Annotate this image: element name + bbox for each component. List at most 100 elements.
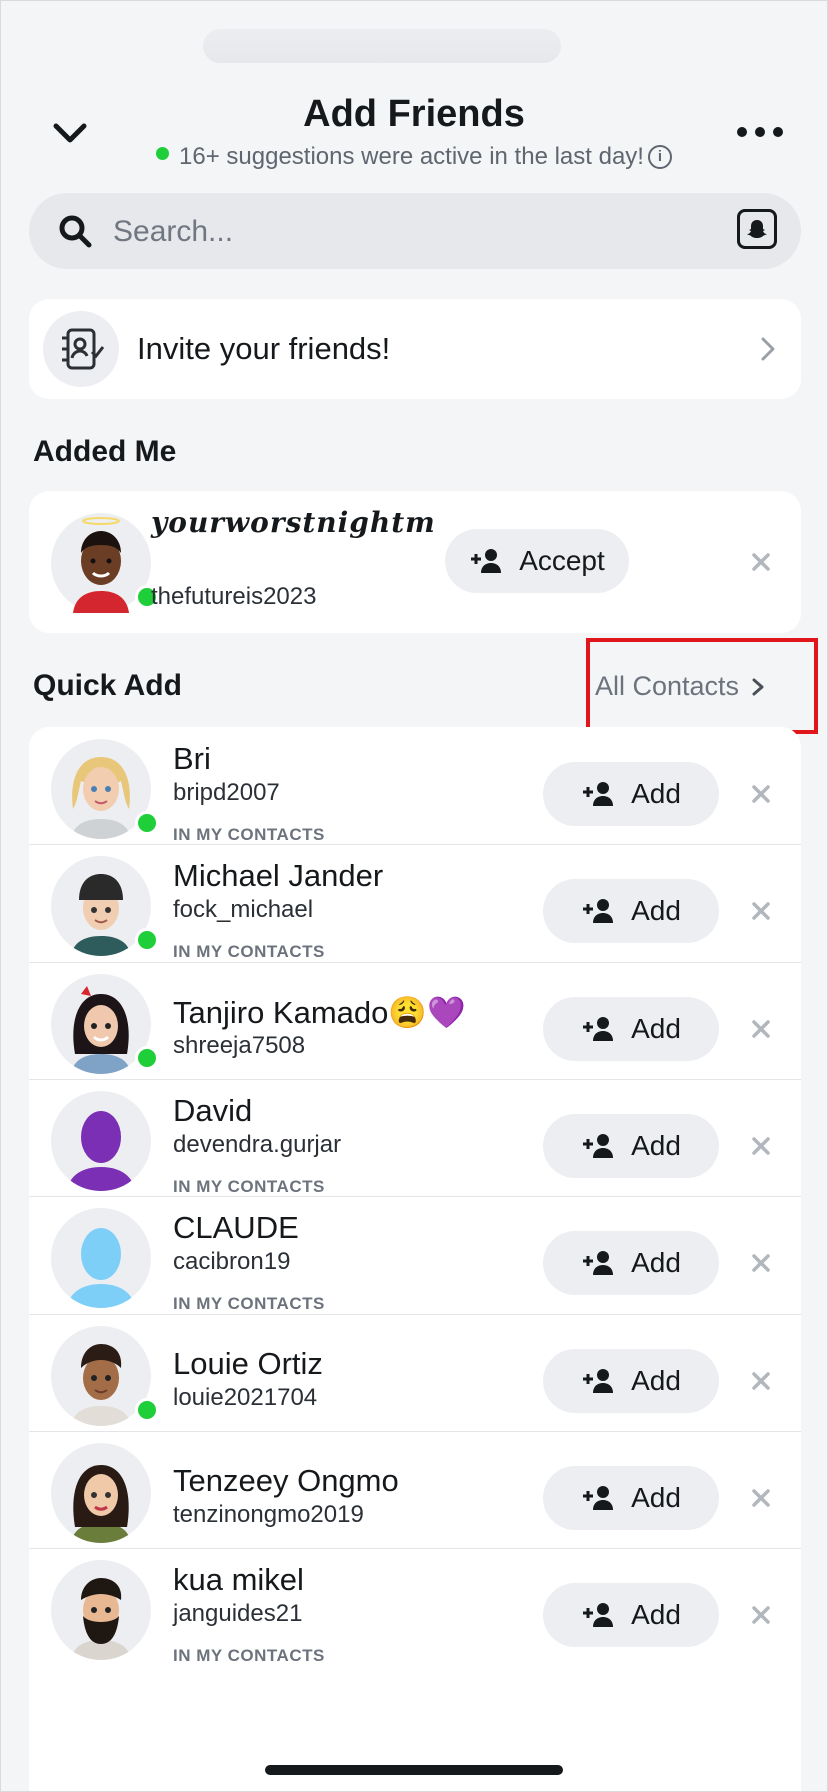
quick-add-row[interactable]: CLAUDE cacibron19 IN MY CONTACTS Add (29, 1196, 801, 1330)
quick-add-row[interactable]: Louie Ortiz louie2021704 Add (29, 1314, 801, 1448)
online-indicator (135, 928, 159, 952)
close-icon (752, 902, 770, 920)
add-label: Add (631, 895, 681, 926)
close-icon (752, 785, 770, 803)
contact-tag: IN MY CONTACTS (173, 1177, 325, 1196)
avatar[interactable] (51, 974, 159, 1074)
add-friend-icon (583, 1134, 614, 1158)
dismiss-button[interactable] (744, 777, 778, 811)
close-icon (752, 1372, 770, 1390)
display-name: Louie Ortiz (173, 1346, 323, 1381)
display-name: CLAUDE (173, 1210, 299, 1245)
dismiss-button[interactable] (744, 1012, 778, 1046)
sheet-grabber[interactable] (203, 29, 561, 63)
username: cacibron19 (173, 1248, 291, 1275)
add-label: Add (631, 1365, 681, 1396)
quick-add-row[interactable]: Tanjiro Kamado😩💜 shreeja7508 Add (29, 962, 801, 1096)
display-name: Bri (173, 741, 211, 776)
username: devendra.gurjar (173, 1131, 342, 1158)
add-friends-screen: Add Friends 16+ suggestions were active … (0, 0, 828, 1792)
avatar[interactable] (51, 739, 159, 839)
username: bripd2007 (173, 779, 280, 806)
online-indicator (135, 1398, 159, 1422)
add-friend-icon (583, 1603, 614, 1627)
dot-icon (773, 127, 783, 137)
online-indicator (135, 1046, 159, 1070)
highlight-annotation-box (586, 638, 818, 734)
avatar[interactable] (51, 1443, 151, 1543)
active-dot-icon (156, 147, 170, 160)
dismiss-button[interactable] (744, 1598, 778, 1632)
avatar[interactable] (51, 1326, 159, 1426)
dismiss-button[interactable] (744, 1481, 778, 1515)
add-button[interactable]: Add (543, 1231, 719, 1295)
add-label: Add (631, 1130, 681, 1161)
quick-add-heading: Quick Add (33, 669, 182, 702)
search-bar (29, 193, 801, 269)
invite-friends-row[interactable]: Invite your friends! (29, 299, 801, 399)
dot-icon (737, 127, 747, 137)
add-button[interactable]: Add (543, 1114, 719, 1178)
add-button[interactable]: Add (543, 762, 719, 826)
contact-tag: IN MY CONTACTS (173, 942, 325, 961)
close-icon (752, 1254, 770, 1272)
add-button[interactable]: Add (543, 997, 719, 1061)
add-friend-icon (471, 549, 502, 573)
username: tenzinongmo2019 (173, 1501, 364, 1528)
quick-add-row[interactable]: kua mikel janguides21 IN MY CONTACTS Add (29, 1548, 801, 1682)
add-label: Add (631, 1013, 681, 1044)
close-icon (752, 553, 770, 571)
snapcode-scan-button[interactable] (737, 209, 777, 249)
dismiss-button[interactable] (744, 1129, 778, 1163)
add-label: Add (631, 778, 681, 809)
add-button[interactable]: Add (543, 1583, 719, 1647)
accept-label: Accept (519, 545, 605, 576)
activity-text: 16+ suggestions were active in the last … (179, 143, 644, 170)
dismiss-button[interactable] (744, 545, 778, 579)
close-icon (752, 1137, 770, 1155)
dismiss-button[interactable] (744, 1246, 778, 1280)
close-icon (752, 1489, 770, 1507)
page-title: Add Friends (303, 93, 525, 135)
dismiss-button[interactable] (744, 1364, 778, 1398)
quick-add-row[interactable]: David devendra.gurjar IN MY CONTACTS Add (29, 1079, 801, 1213)
add-friend-icon (583, 1486, 614, 1510)
add-friend-icon (583, 782, 614, 806)
activity-subtitle: 16+ suggestions were active in the last … (1, 143, 827, 171)
display-name: Tanjiro Kamado😩💜 (173, 995, 466, 1030)
avatar[interactable] (51, 513, 159, 613)
add-button[interactable]: Add (543, 1466, 719, 1530)
quick-add-row[interactable]: Michael Jander fock_michael IN MY CONTACTS… (29, 844, 801, 978)
avatar[interactable] (51, 1208, 151, 1308)
display-name: Tenzeey Ongmo (173, 1463, 399, 1498)
more-options-button[interactable] (737, 121, 783, 143)
username: shreeja7508 (173, 1032, 306, 1059)
info-icon[interactable]: i (647, 145, 672, 169)
avatar[interactable] (51, 856, 159, 956)
add-button[interactable]: Add (543, 879, 719, 943)
search-input[interactable] (111, 207, 695, 257)
quick-add-row[interactable]: Bri bripd2007 IN MY CONTACTS Add (29, 727, 801, 861)
close-icon (752, 1020, 770, 1038)
search-icon (59, 215, 92, 248)
username: janguides21 (173, 1600, 303, 1627)
add-label: Add (631, 1599, 681, 1630)
add-friend-icon (583, 1251, 614, 1275)
online-indicator (135, 811, 159, 835)
avatar[interactable] (51, 1091, 151, 1191)
add-friend-icon (583, 1369, 614, 1393)
ghost-icon (747, 220, 767, 238)
username: thefutureis2023 (151, 583, 317, 610)
home-indicator (265, 1765, 563, 1775)
add-button[interactable]: Add (543, 1349, 719, 1413)
quick-add-row[interactable]: Tenzeey Ongmo tenzinongmo2019 Add (29, 1431, 801, 1565)
display-name: David (173, 1093, 253, 1128)
dismiss-button[interactable] (744, 894, 778, 928)
accept-button[interactable]: Accept (445, 529, 629, 593)
quick-add-list: Bri bripd2007 IN MY CONTACTS Add Michael Jan… (29, 727, 801, 1791)
avatar[interactable] (51, 1560, 151, 1660)
invite-label: Invite your friends! (137, 331, 391, 366)
dot-icon (755, 127, 765, 137)
add-friend-icon (583, 899, 614, 923)
add-label: Add (631, 1247, 681, 1278)
